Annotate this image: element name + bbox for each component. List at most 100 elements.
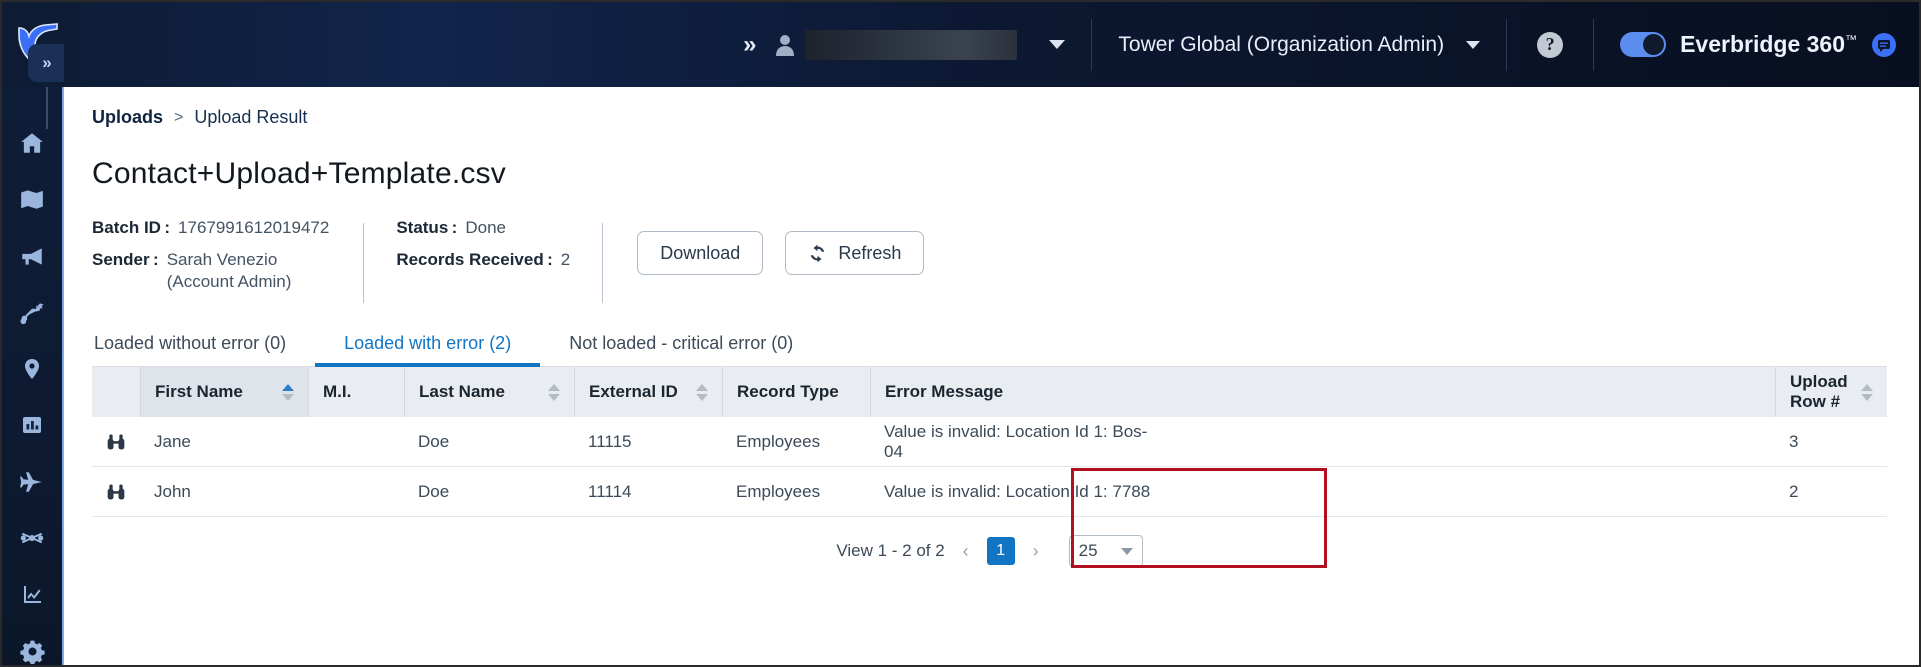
table-header-upload-row[interactable]: Upload Row # bbox=[1775, 367, 1887, 417]
pagination-next-button[interactable]: › bbox=[1028, 541, 1044, 562]
tab-loaded-with-error[interactable]: Loaded with error (2) bbox=[315, 333, 541, 367]
binoculars-icon bbox=[107, 434, 125, 449]
binoculars-icon bbox=[107, 484, 125, 499]
records-received-label: Records Received : bbox=[396, 250, 553, 270]
table-header-external-id[interactable]: External ID bbox=[574, 367, 722, 417]
pagination-page-1[interactable]: 1 bbox=[986, 537, 1015, 565]
user-dropdown-caret-icon[interactable] bbox=[1049, 40, 1066, 49]
breadcrumb-current: Upload Result bbox=[194, 107, 308, 127]
megaphone-icon bbox=[22, 248, 42, 265]
expand-search-button[interactable]: » bbox=[721, 32, 775, 57]
sort-ascending-icon bbox=[1861, 383, 1873, 391]
sort-icon-first-name[interactable] bbox=[282, 383, 294, 401]
page-size-select[interactable]: 25 bbox=[1068, 535, 1143, 567]
cell-upload-row: 3 bbox=[1789, 431, 1799, 451]
everbridge-360-toggle[interactable] bbox=[1620, 32, 1667, 57]
person-icon bbox=[776, 34, 795, 56]
sidebar-curve-decoration bbox=[46, 87, 48, 129]
pagination: View 1 - 2 of 2 ‹ 1 › 25 bbox=[92, 535, 1887, 567]
user-name-field[interactable] bbox=[805, 29, 1018, 60]
records-received-row: Records Received : 2 bbox=[396, 249, 570, 270]
table-header-spacer bbox=[1170, 367, 1775, 417]
table-header-record-type[interactable]: Record Type bbox=[722, 367, 870, 417]
help-icon: ? bbox=[1537, 31, 1564, 58]
table-header-error-message[interactable]: Error Message bbox=[870, 367, 1170, 417]
location-pin-icon bbox=[25, 358, 39, 379]
organization-selector[interactable]: Tower Global (Organization Admin) bbox=[1092, 33, 1506, 57]
refresh-button[interactable]: Refresh bbox=[785, 231, 925, 275]
download-button-label: Download bbox=[660, 242, 741, 263]
action-buttons: Download Refresh bbox=[603, 217, 925, 275]
everbridge-360-block: Everbridge 360™ bbox=[1594, 31, 1919, 58]
cell-last-name: Doe bbox=[418, 431, 450, 451]
cell-external-id: 11114 bbox=[588, 481, 632, 501]
page-title: Contact+Upload+Template.csv bbox=[92, 157, 506, 190]
bar-chart-icon bbox=[23, 417, 41, 434]
sidebar-item-settings[interactable] bbox=[13, 636, 51, 666]
sort-descending-icon bbox=[696, 393, 708, 401]
refresh-icon bbox=[810, 244, 825, 262]
main-content: Uploads > Upload Result Contact+Upload+T… bbox=[64, 87, 1919, 665]
sort-icon-last-name[interactable] bbox=[548, 383, 560, 401]
cell-error-message: Value is invalid: Location Id 1: Bos-04 bbox=[884, 421, 1148, 461]
tab-not-loaded-critical-error[interactable]: Not loaded - critical error (0) bbox=[540, 333, 822, 366]
sort-icon-upload-row[interactable] bbox=[1861, 383, 1873, 401]
page-size-value: 25 bbox=[1078, 541, 1098, 560]
metadata-column-status: Status : Done Records Received : 2 bbox=[364, 217, 602, 282]
organization-label: Tower Global (Organization Admin) bbox=[1118, 32, 1445, 56]
organization-caret-icon[interactable] bbox=[1466, 40, 1481, 49]
table-header-first-name[interactable]: First Name bbox=[140, 367, 308, 417]
left-sidebar bbox=[2, 87, 64, 666]
table-header-error-message-label: Error Message bbox=[885, 382, 1004, 401]
cell-spacer bbox=[1170, 417, 1775, 467]
row-view-button[interactable] bbox=[92, 467, 140, 517]
brand-label: Everbridge 360 bbox=[1680, 31, 1845, 57]
row-view-button[interactable] bbox=[92, 417, 140, 467]
sidebar-collapse-button[interactable]: » bbox=[28, 44, 64, 82]
airplane-icon bbox=[20, 472, 42, 492]
analytics-icon bbox=[24, 585, 41, 603]
results-table: First Name M.I. Last Name External ID Re… bbox=[92, 367, 1887, 517]
cell-external-id: 11115 bbox=[588, 431, 632, 451]
sidebar-item-locations[interactable] bbox=[13, 353, 51, 385]
cell-upload-row: 2 bbox=[1789, 481, 1799, 501]
cell-record-type: Employees bbox=[736, 481, 821, 501]
sidebar-item-travel[interactable] bbox=[13, 466, 51, 498]
cell-first-name: Jane bbox=[154, 431, 191, 451]
help-button[interactable]: ? bbox=[1507, 31, 1593, 58]
sidebar-item-home[interactable] bbox=[13, 127, 51, 159]
batch-id-row: Batch ID : 1767991612019472 bbox=[92, 217, 329, 238]
pagination-prev-button[interactable]: ‹ bbox=[958, 541, 974, 562]
brand-title: Everbridge 360™ bbox=[1680, 31, 1857, 58]
table-header-last-name[interactable]: Last Name bbox=[404, 367, 574, 417]
sidebar-item-workflow[interactable] bbox=[13, 297, 51, 329]
home-icon bbox=[21, 133, 43, 153]
download-button[interactable]: Download bbox=[637, 231, 764, 275]
table-row[interactable]: John Doe 11114 Employees Value is invali… bbox=[92, 467, 1887, 517]
chevron-down-icon bbox=[1120, 547, 1133, 555]
user-account-selector[interactable] bbox=[775, 29, 1091, 60]
sidebar-item-reports[interactable] bbox=[13, 410, 51, 442]
breadcrumb-uploads-link[interactable]: Uploads bbox=[92, 107, 163, 128]
sender-label: Sender : bbox=[92, 250, 159, 270]
sort-descending-icon bbox=[1861, 393, 1873, 401]
table-header-middle-initial[interactable]: M.I. bbox=[308, 367, 404, 417]
table-header-external-id-label: External ID bbox=[589, 382, 678, 401]
table-header-record-type-label: Record Type bbox=[737, 382, 839, 401]
sidebar-item-map[interactable] bbox=[13, 184, 51, 216]
table-row[interactable]: Jane Doe 11115 Employees Value is invali… bbox=[92, 417, 1887, 467]
breadcrumb: Uploads > Upload Result bbox=[92, 87, 1919, 128]
table-header-upload-row-label: Upload Row # bbox=[1790, 372, 1848, 411]
sidebar-item-notifications[interactable] bbox=[13, 240, 51, 272]
sidebar-item-network[interactable] bbox=[13, 523, 51, 555]
tab-loaded-without-error[interactable]: Loaded without error (0) bbox=[92, 333, 315, 366]
sidebar-item-analytics[interactable] bbox=[13, 579, 51, 611]
sort-icon-external-id[interactable] bbox=[696, 383, 708, 401]
trademark-symbol: ™ bbox=[1845, 32, 1857, 47]
batch-id-value: 1767991612019472 bbox=[178, 218, 330, 237]
status-label: Status : bbox=[396, 218, 458, 237]
chat-icon[interactable] bbox=[1871, 32, 1897, 58]
cell-record-type: Employees bbox=[736, 431, 821, 451]
pagination-summary: View 1 - 2 of 2 bbox=[836, 541, 945, 560]
table-header-middle-initial-label: M.I. bbox=[323, 382, 352, 401]
